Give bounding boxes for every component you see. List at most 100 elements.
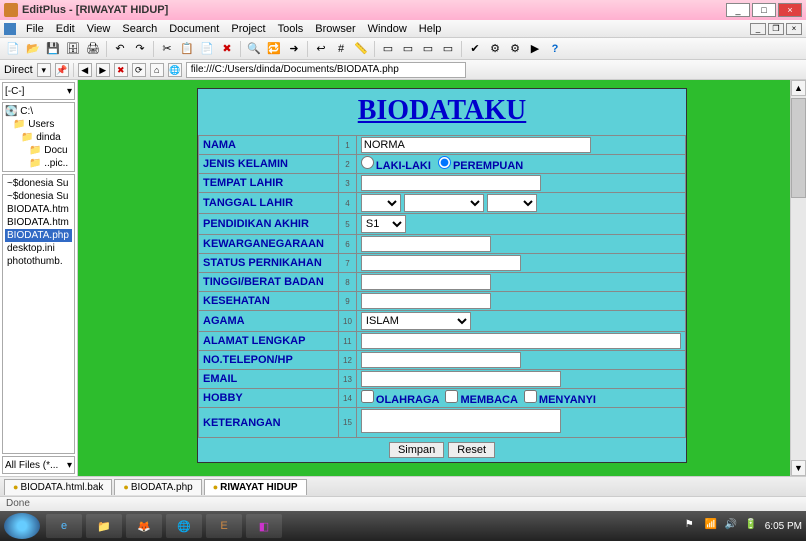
menu-view[interactable]: View — [81, 21, 117, 37]
tray-network-icon[interactable]: 📶 — [705, 519, 719, 533]
radio-perempuan[interactable] — [438, 156, 451, 169]
nama-input[interactable] — [361, 137, 591, 153]
browser-4-icon[interactable]: ▭ — [439, 40, 457, 58]
tool-2-icon[interactable]: ⚙ — [506, 40, 524, 58]
list-item[interactable]: ~$donesia Su — [5, 190, 72, 203]
file-list[interactable]: ~$donesia Su ~$donesia Su BIODATA.htm BI… — [2, 174, 75, 454]
ket-textarea[interactable] — [361, 409, 561, 433]
paste-icon[interactable]: 📄 — [198, 40, 216, 58]
goto-icon[interactable]: ➜ — [285, 40, 303, 58]
print-icon[interactable]: 🖨 — [84, 40, 102, 58]
agama-select[interactable]: ISLAM — [361, 312, 471, 330]
taskbar-app-6[interactable]: ◧ — [246, 514, 282, 538]
list-item[interactable]: desktop.ini — [5, 242, 72, 255]
maximize-button[interactable]: □ — [752, 3, 776, 17]
minimize-button[interactable]: _ — [726, 3, 750, 17]
start-button[interactable] — [4, 513, 40, 539]
delete-icon[interactable]: ✖ — [218, 40, 236, 58]
tempat-input[interactable] — [361, 175, 541, 191]
list-item-selected[interactable]: BIODATA.php — [5, 229, 72, 242]
close-button[interactable]: × — [778, 3, 802, 17]
tool-3-icon[interactable]: ▶ — [526, 40, 544, 58]
scroll-thumb[interactable] — [791, 98, 806, 198]
linenum-icon[interactable]: # — [332, 40, 350, 58]
taskbar-app-3[interactable]: 🦊 — [126, 514, 162, 538]
pend-select[interactable]: S1 — [361, 215, 406, 233]
find-icon[interactable]: 🔍 — [245, 40, 263, 58]
list-item[interactable]: ~$donesia Su — [5, 177, 72, 190]
mdi-doc-icon[interactable] — [4, 23, 16, 35]
browser-1-icon[interactable]: ▭ — [379, 40, 397, 58]
open-file-icon[interactable]: 📂 — [24, 40, 42, 58]
kwn-input[interactable] — [361, 236, 491, 252]
drive-selector[interactable]: [-C-] ▾ — [2, 82, 75, 100]
save-all-icon[interactable]: 🗄 — [64, 40, 82, 58]
menu-search[interactable]: Search — [116, 21, 163, 37]
new-file-icon[interactable]: 📄 — [4, 40, 22, 58]
tgl-day-select[interactable] — [361, 194, 401, 212]
redo-icon[interactable]: ↷ — [131, 40, 149, 58]
list-item[interactable]: BIODATA.htm — [5, 216, 72, 229]
mdi-restore-button[interactable]: ❐ — [768, 23, 784, 35]
browser-2-icon[interactable]: ▭ — [399, 40, 417, 58]
taskbar-app-2[interactable]: 📁 — [86, 514, 122, 538]
telp-input[interactable] — [361, 352, 521, 368]
forward-icon[interactable]: ▶ — [96, 63, 110, 77]
copy-icon[interactable]: 📋 — [178, 40, 196, 58]
tool-1-icon[interactable]: ⚙ — [486, 40, 504, 58]
scroll-down-icon[interactable]: ▼ — [791, 460, 806, 476]
tab-biodata-php[interactable]: ●BIODATA.php — [114, 479, 201, 495]
back-icon[interactable]: ◀ — [78, 63, 92, 77]
tray-volume-icon[interactable]: 🔊 — [725, 519, 739, 533]
hobby-membaca-checkbox[interactable] — [445, 390, 458, 403]
list-item[interactable]: BIODATA.htm — [5, 203, 72, 216]
menu-window[interactable]: Window — [362, 21, 413, 37]
dropdown-icon[interactable]: ▾ — [37, 63, 51, 77]
alamat-input[interactable] — [361, 333, 681, 349]
list-item[interactable]: photothumb. — [5, 255, 72, 268]
menu-help[interactable]: Help — [413, 21, 448, 37]
spellcheck-icon[interactable]: ✔ — [466, 40, 484, 58]
radio-laki[interactable] — [361, 156, 374, 169]
mdi-minimize-button[interactable]: _ — [750, 23, 766, 35]
save-icon[interactable]: 💾 — [44, 40, 62, 58]
pin-icon[interactable]: 📌 — [55, 63, 69, 77]
tgl-month-select[interactable] — [404, 194, 484, 212]
hobby-menyanyi-checkbox[interactable] — [524, 390, 537, 403]
undo-icon[interactable]: ↶ — [111, 40, 129, 58]
replace-icon[interactable]: 🔁 — [265, 40, 283, 58]
taskbar-app-1[interactable]: e — [46, 514, 82, 538]
directory-tree[interactable]: 💽 C:\ 📁 Users 📁 dinda 📁 Docu 📁 ..pic.. 📁… — [2, 102, 75, 172]
simpan-button[interactable]: Simpan — [389, 442, 444, 458]
hobby-olahraga-checkbox[interactable] — [361, 390, 374, 403]
cut-icon[interactable]: ✂ — [158, 40, 176, 58]
tab-riwayat-hidup[interactable]: ●RIWAYAT HIDUP — [204, 479, 307, 495]
taskbar-app-4[interactable]: 🌐 — [166, 514, 202, 538]
menu-project[interactable]: Project — [225, 21, 271, 37]
ruler-icon[interactable]: 📏 — [352, 40, 370, 58]
tb-input[interactable] — [361, 274, 491, 290]
globe-icon[interactable]: 🌐 — [168, 63, 182, 77]
refresh-icon[interactable]: ⟳ — [132, 63, 146, 77]
taskbar-app-5[interactable]: E — [206, 514, 242, 538]
email-input[interactable] — [361, 371, 561, 387]
menu-file[interactable]: File — [20, 21, 50, 37]
address-input[interactable]: file:///C:/Users/dinda/Documents/BIODATA… — [186, 62, 466, 78]
tray-clock[interactable]: 6:05 PM — [765, 521, 802, 532]
menu-document[interactable]: Document — [163, 21, 225, 37]
status-input[interactable] — [361, 255, 521, 271]
menu-browser[interactable]: Browser — [309, 21, 361, 37]
tgl-year-select[interactable] — [487, 194, 537, 212]
tray-flag-icon[interactable]: ⚑ — [685, 519, 699, 533]
kes-input[interactable] — [361, 293, 491, 309]
menu-tools[interactable]: Tools — [272, 21, 310, 37]
help-icon[interactable]: ? — [546, 40, 564, 58]
reset-button[interactable]: Reset — [448, 442, 495, 458]
mdi-close-button[interactable]: × — [786, 23, 802, 35]
menu-edit[interactable]: Edit — [50, 21, 81, 37]
browser-3-icon[interactable]: ▭ — [419, 40, 437, 58]
tab-biodata-bak[interactable]: ●BIODATA.html.bak — [4, 479, 112, 495]
file-filter[interactable]: All Files (*... ▾ — [2, 456, 75, 474]
tray-battery-icon[interactable]: 🔋 — [745, 519, 759, 533]
home-icon[interactable]: ⌂ — [150, 63, 164, 77]
